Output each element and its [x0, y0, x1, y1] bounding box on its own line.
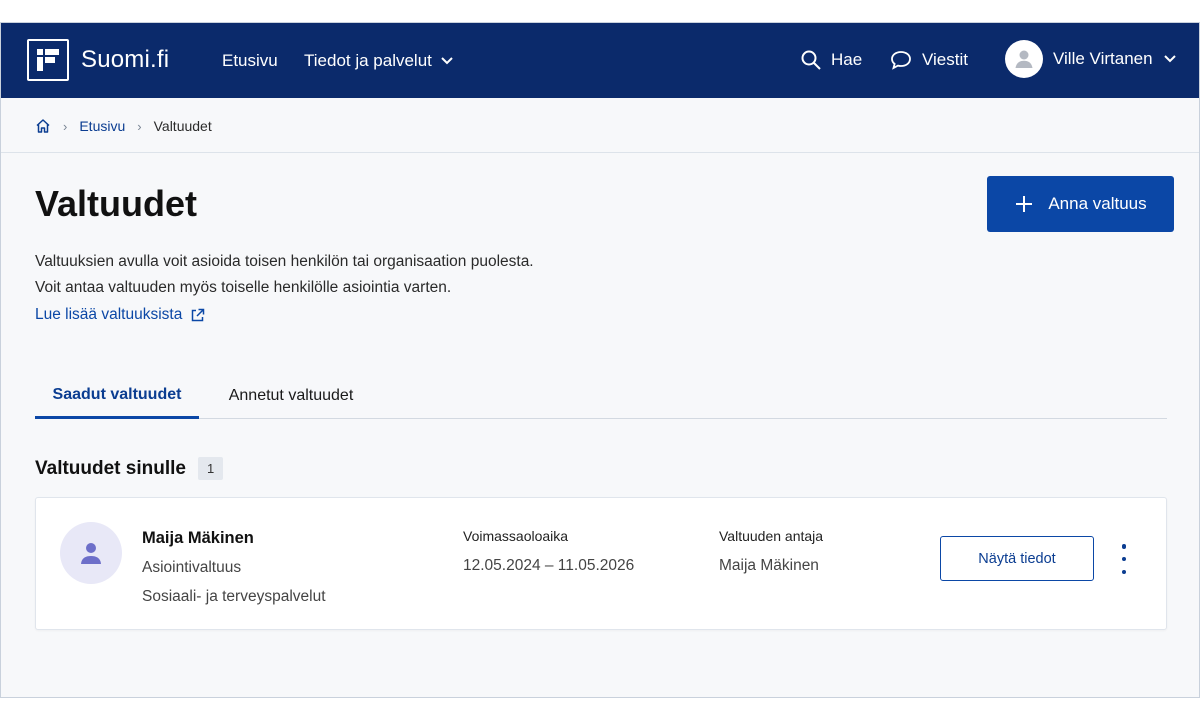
- nav-link-home[interactable]: Etusivu: [222, 51, 278, 71]
- nav-link-label: Etusivu: [222, 51, 278, 70]
- top-navigation-bar: Suomi.fi Etusivu Tiedot ja palvelut Hae …: [1, 23, 1199, 98]
- description-line: Valtuuksien avulla voit asioida toisen h…: [35, 253, 534, 270]
- more-options-icon[interactable]: [1114, 544, 1134, 574]
- page-description: Valtuuksien avulla voit asioida toisen h…: [35, 249, 534, 301]
- user-icon: [1015, 50, 1033, 68]
- validity-label: Voimassaoloaika: [463, 528, 569, 544]
- grantor-value: Maija Mäkinen: [719, 557, 819, 574]
- tab-given-mandates[interactable]: Annetut valtuudet: [221, 373, 361, 419]
- validity-value: 12.05.2024 – 11.05.2026: [463, 557, 635, 574]
- breadcrumb-current: Valtuudet: [153, 118, 212, 134]
- page-title: Valtuudet: [35, 183, 198, 224]
- home-icon[interactable]: [35, 118, 51, 134]
- add-mandate-label: Anna valtuus: [1048, 194, 1147, 213]
- breadcrumb: › Etusivu › Valtuudet: [35, 118, 212, 134]
- learn-more-label: Lue lisää valtuuksista: [35, 306, 183, 323]
- suomi-fi-logo-icon[interactable]: [27, 39, 69, 81]
- breadcrumb-bar: › Etusivu › Valtuudet: [1, 98, 1199, 153]
- chevron-right-icon: ›: [137, 118, 142, 134]
- avatar: [60, 522, 122, 584]
- chevron-right-icon: ›: [63, 118, 68, 134]
- search-label: Hae: [831, 50, 863, 69]
- chat-bubble-icon: [891, 51, 911, 70]
- chevron-down-icon: [441, 57, 453, 65]
- dot: [1121, 556, 1127, 562]
- avatar: [1005, 40, 1043, 78]
- chevron-down-icon: [1163, 55, 1176, 63]
- app-frame: Suomi.fi Etusivu Tiedot ja palvelut Hae …: [0, 22, 1200, 698]
- section-header: Valtuudet sinulle 1: [35, 457, 224, 480]
- count-badge: 1: [197, 457, 224, 480]
- dot: [1121, 569, 1127, 574]
- nav-link-services[interactable]: Tiedot ja palvelut: [304, 51, 454, 71]
- section-title: Valtuudet sinulle: [35, 457, 186, 479]
- mandate-tabs: Saadut valtuudet Annetut valtuudet: [35, 373, 1167, 419]
- dot: [1121, 544, 1127, 549]
- add-mandate-button[interactable]: Anna valtuus: [987, 176, 1174, 232]
- messages-button[interactable]: Viestit: [890, 50, 968, 70]
- show-details-button[interactable]: Näytä tiedot: [940, 536, 1094, 581]
- mandate-type: Asiointivaltuus: [142, 559, 242, 576]
- external-link-icon: [192, 308, 205, 321]
- search-button[interactable]: Hae: [801, 50, 862, 70]
- description-line: Voit antaa valtuuden myös toiselle henki…: [35, 279, 452, 296]
- learn-more-link[interactable]: Lue lisää valtuuksista: [35, 306, 205, 324]
- list-item: Maija Mäkinen Asiointivaltuus Sosiaali- …: [35, 497, 1167, 630]
- logo-text[interactable]: Suomi.fi: [81, 46, 169, 74]
- nav-link-label: Tiedot ja palvelut: [304, 51, 432, 70]
- grantor-label: Valtuuden antaja: [719, 528, 824, 544]
- user-name: Ville Virtanen: [1053, 49, 1153, 68]
- breadcrumb-link-home[interactable]: Etusivu: [79, 118, 125, 134]
- messages-label: Viestit: [922, 50, 968, 69]
- user-menu[interactable]: Ville Virtanen: [1005, 40, 1177, 78]
- search-icon: [801, 50, 821, 70]
- mandate-person-name: Maija Mäkinen: [142, 529, 254, 547]
- tab-received-mandates[interactable]: Saadut valtuudet: [35, 373, 199, 419]
- plus-icon: [1016, 196, 1033, 212]
- mandate-scope: Sosiaali- ja terveyspalvelut: [142, 588, 326, 605]
- user-icon: [81, 543, 101, 564]
